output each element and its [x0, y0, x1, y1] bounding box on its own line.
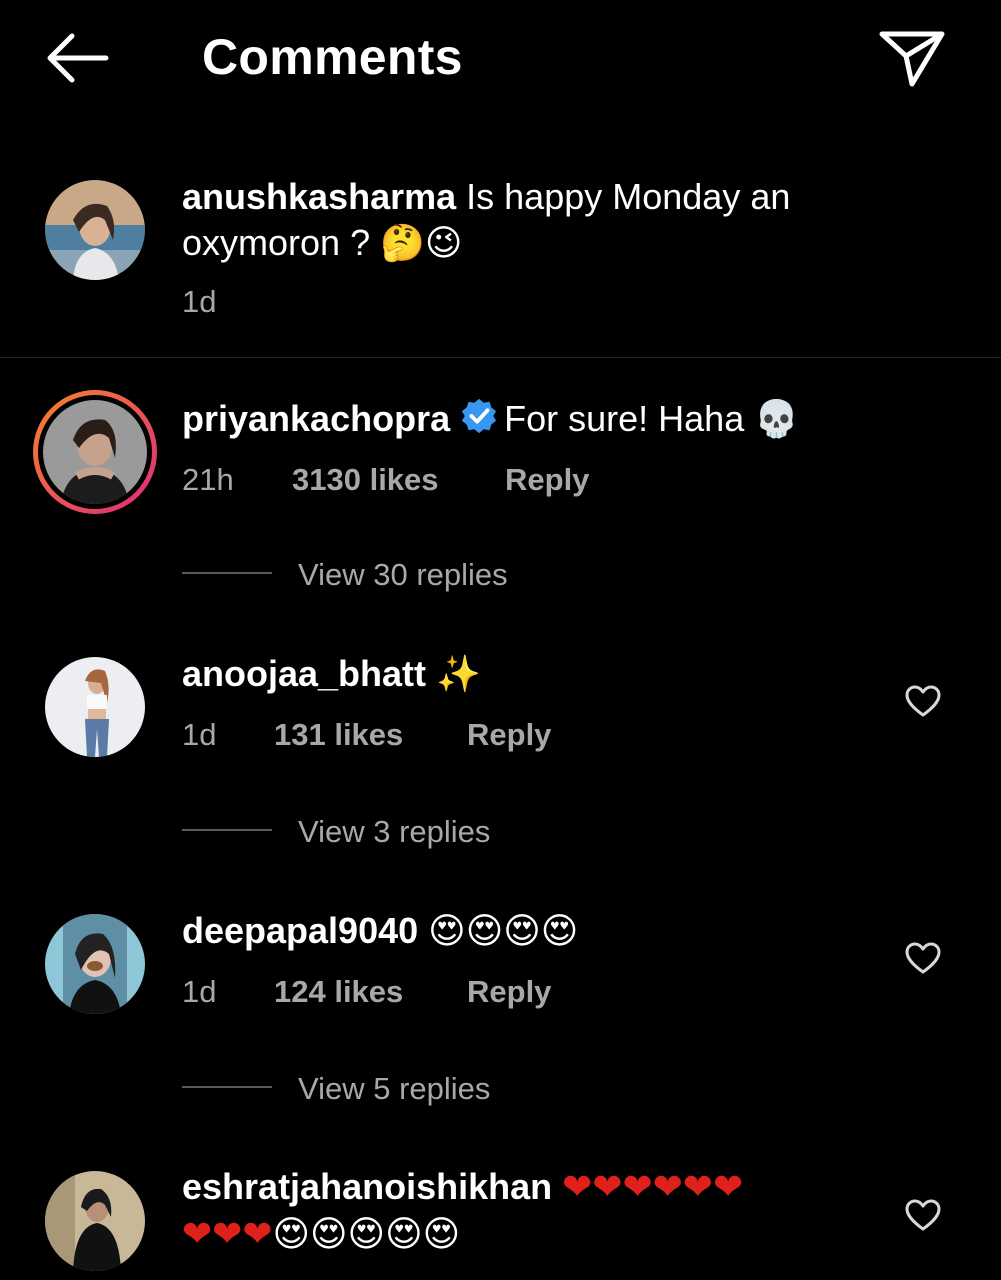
caption-line1: Is happy Monday an: [466, 176, 791, 217]
username[interactable]: anoojaa_bhatt: [182, 653, 426, 694]
comment-body: For sure! Haha: [504, 398, 745, 439]
avatar-story-ring[interactable]: [33, 390, 157, 514]
view-replies-button[interactable]: View 3 replies: [298, 814, 490, 850]
comment-emoji-hearts: ❤❤❤: [182, 1214, 273, 1255]
caption-emoji: 🤔😉: [380, 223, 463, 264]
username[interactable]: anushkasharma: [182, 176, 456, 217]
comment-meta: 1d 131 likes Reply: [182, 717, 551, 753]
back-arrow-icon[interactable]: [42, 30, 112, 86]
comment-emoji-faces: 😍😍😍😍😍: [272, 1214, 461, 1255]
view-replies-button[interactable]: View 30 replies: [298, 557, 508, 593]
username[interactable]: deepapal9040: [182, 910, 418, 951]
post-caption: anushkasharma Is happy Monday an oxymoro…: [0, 160, 1001, 358]
avatar[interactable]: [45, 914, 145, 1014]
avatar[interactable]: [45, 657, 145, 757]
heart-outline-icon[interactable]: [904, 1198, 942, 1232]
likes-count[interactable]: 131 likes: [274, 717, 467, 753]
comment-text: priyankachopra For sure! Haha 💀: [182, 396, 882, 443]
timestamp: 1d: [182, 717, 217, 752]
caption-text: anushkasharma Is happy Monday an oxymoro…: [182, 174, 882, 267]
username[interactable]: eshratjahanoishikhan: [182, 1166, 552, 1207]
heart-outline-icon[interactable]: [904, 684, 942, 718]
comment-text: deepapal9040 😍😍😍😍: [182, 908, 882, 955]
replies-divider: [182, 572, 272, 574]
reply-button[interactable]: Reply: [467, 717, 551, 753]
view-replies-button[interactable]: View 5 replies: [298, 1071, 490, 1107]
reply-button[interactable]: Reply: [467, 974, 551, 1010]
avatar[interactable]: [45, 180, 145, 280]
comment-meta: 1d 124 likes Reply: [182, 974, 551, 1010]
comment-emoji-hearts: ❤❤❤❤❤❤: [562, 1167, 744, 1208]
page-title: Comments: [202, 29, 463, 85]
replies-divider: [182, 1086, 272, 1088]
timestamp: 21h: [182, 462, 234, 497]
timestamp: 1d: [182, 974, 217, 1009]
comment-meta: 21h 3130 likes Reply: [182, 462, 589, 498]
verified-badge-icon: [462, 398, 497, 434]
comment-text: anoojaa_bhatt ✨: [182, 651, 882, 698]
likes-count[interactable]: 3130 likes: [292, 462, 505, 498]
caption-meta: 1d: [182, 284, 216, 320]
send-icon[interactable]: [876, 26, 948, 90]
comment-emoji: 💀: [754, 399, 800, 440]
timestamp: 1d: [182, 284, 217, 319]
comment-emoji: 😍😍😍😍: [428, 911, 579, 952]
replies-divider: [182, 829, 272, 831]
comment-text: eshratjahanoishikhan ❤❤❤❤❤❤ ❤❤❤😍😍😍😍😍: [182, 1164, 882, 1258]
reply-button[interactable]: Reply: [505, 462, 589, 498]
caption-line2: oxymoron ?: [182, 222, 371, 263]
likes-count[interactable]: 124 likes: [274, 974, 467, 1010]
username[interactable]: priyankachopra: [182, 398, 450, 439]
header: Comments: [0, 0, 1001, 120]
comment-emoji: ✨: [436, 654, 481, 695]
heart-outline-icon[interactable]: [904, 941, 942, 975]
avatar[interactable]: [45, 1171, 145, 1271]
